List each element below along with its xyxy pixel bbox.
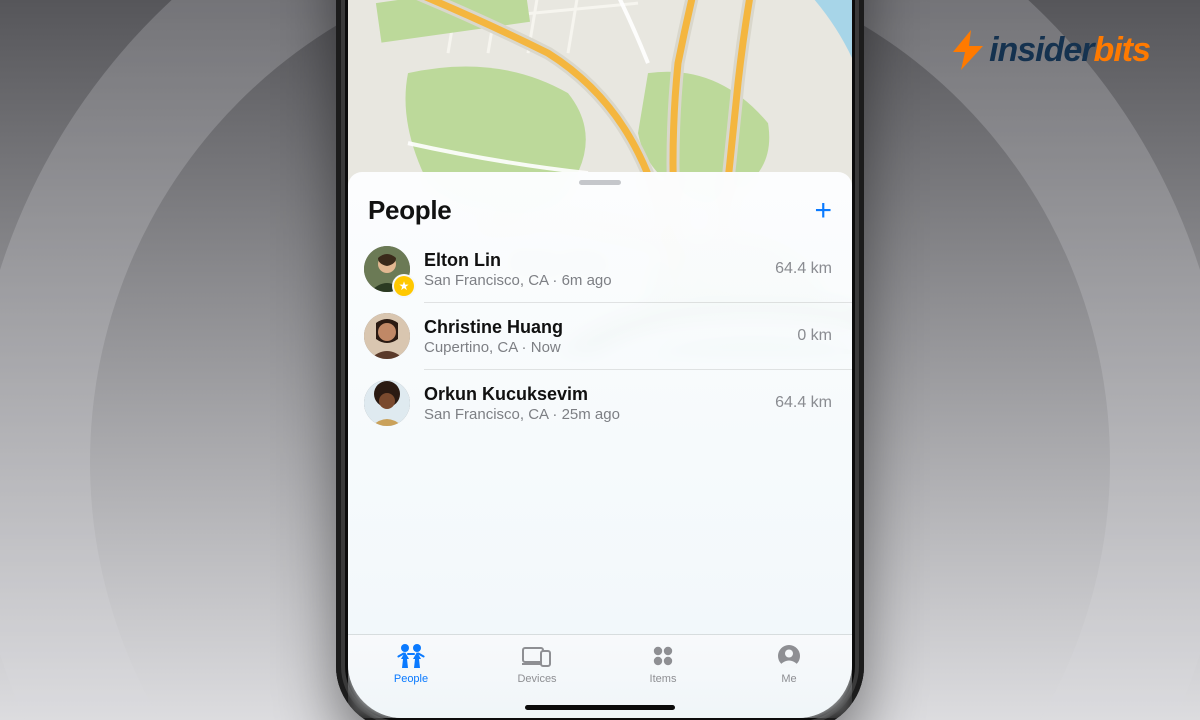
person-row[interactable]: ★ Elton Lin San Francisco, CA · 6m ago 6… bbox=[348, 236, 852, 302]
tab-label: Me bbox=[781, 673, 796, 685]
site-logo: insiderbits bbox=[951, 30, 1150, 70]
add-person-button[interactable]: + bbox=[814, 196, 832, 226]
home-indicator[interactable] bbox=[525, 705, 675, 710]
phone-screen: Daly City Brisbane San BrunoMountain Par… bbox=[348, 0, 852, 718]
person-name: Elton Lin bbox=[424, 250, 765, 271]
person-name: Orkun Kucuksevim bbox=[424, 384, 765, 405]
avatar bbox=[364, 380, 410, 426]
avatar bbox=[364, 313, 410, 359]
logo-text-insider: insider bbox=[989, 31, 1093, 69]
bolt-icon bbox=[951, 30, 985, 70]
people-list: ★ Elton Lin San Francisco, CA · 6m ago 6… bbox=[348, 236, 852, 436]
person-meta: San Francisco, CA · 6m ago bbox=[424, 272, 765, 289]
logo-text-bits: bits bbox=[1094, 31, 1150, 69]
tab-label: Items bbox=[650, 673, 677, 685]
devices-icon bbox=[522, 643, 552, 669]
tab-items[interactable]: Items bbox=[600, 643, 726, 685]
person-name: Christine Huang bbox=[424, 317, 787, 338]
tab-bar: People Devices Items bbox=[348, 634, 852, 718]
avatar: ★ bbox=[364, 246, 410, 292]
person-distance: 0 km bbox=[787, 327, 832, 345]
phone-frame: Daly City Brisbane San BrunoMountain Par… bbox=[336, 0, 864, 720]
person-distance: 64.4 km bbox=[765, 260, 832, 278]
sheet-title: People bbox=[368, 195, 451, 226]
me-icon bbox=[777, 643, 801, 669]
people-sheet[interactable]: People + ★ Elton Lin bbox=[348, 172, 852, 718]
people-icon bbox=[394, 643, 428, 669]
tab-label: People bbox=[394, 673, 428, 685]
tab-devices[interactable]: Devices bbox=[474, 643, 600, 685]
person-meta: Cupertino, CA · Now bbox=[424, 339, 787, 356]
sheet-grabber[interactable] bbox=[579, 180, 621, 185]
tab-me[interactable]: Me bbox=[726, 643, 852, 685]
person-distance: 64.4 km bbox=[765, 394, 832, 412]
items-icon bbox=[652, 643, 674, 669]
person-meta: San Francisco, CA · 25m ago bbox=[424, 406, 765, 423]
tab-people[interactable]: People bbox=[348, 643, 474, 685]
person-row[interactable]: Orkun Kucuksevim San Francisco, CA · 25m… bbox=[348, 370, 852, 436]
tab-label: Devices bbox=[517, 673, 556, 685]
favorite-star-icon: ★ bbox=[394, 276, 414, 296]
person-row[interactable]: Christine Huang Cupertino, CA · Now 0 km bbox=[348, 303, 852, 369]
